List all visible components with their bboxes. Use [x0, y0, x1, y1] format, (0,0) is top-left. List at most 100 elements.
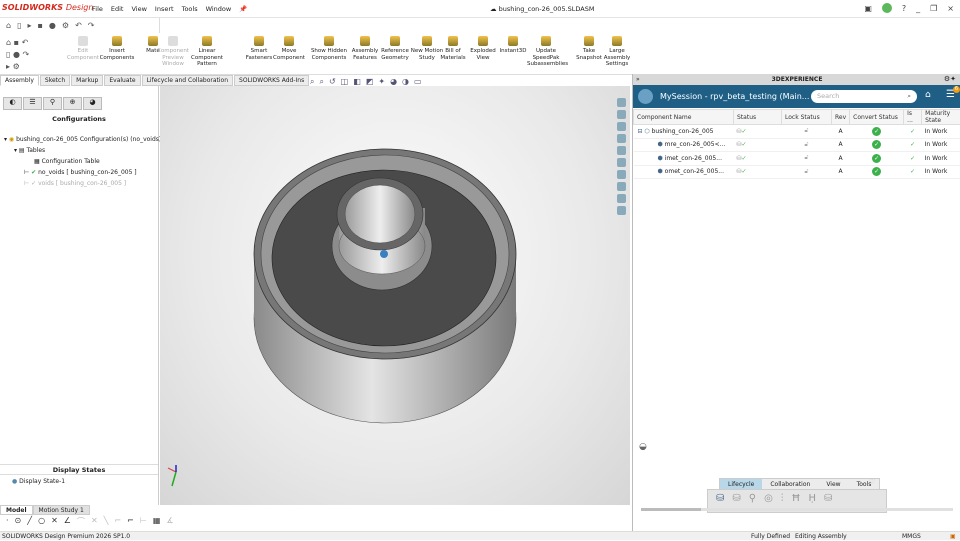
history-icon[interactable]: ⛁ [824, 493, 832, 509]
view-palette-tab-icon[interactable] [617, 170, 626, 179]
rebuild-icon[interactable]: ● [49, 21, 56, 30]
tab-model[interactable]: Model [0, 505, 33, 515]
save-icon[interactable]: ▪ [14, 38, 19, 47]
branch-icon[interactable]: Ḥ [809, 493, 817, 509]
feedback-icon[interactable]: ◒ [639, 442, 647, 452]
restore-button[interactable]: ❐ [930, 4, 937, 13]
explore-icon[interactable]: ⚲ [749, 493, 756, 509]
menu-view[interactable]: View [131, 5, 146, 13]
compass-icon[interactable] [638, 89, 653, 104]
gear-icon[interactable]: ⚙ [13, 62, 20, 71]
terminal-icon[interactable]: ▣ [864, 4, 872, 13]
tab-motion-study[interactable]: Motion Study 1 [33, 505, 90, 515]
display-state-item[interactable]: ● Display State-1 [12, 478, 65, 485]
collapse-icon[interactable]: » [636, 76, 640, 83]
tab-lifecycle[interactable]: Lifecycle and Collaboration [142, 75, 233, 86]
menu-file[interactable]: File [92, 5, 103, 13]
appearances-tab-icon[interactable] [617, 146, 626, 155]
open-icon[interactable]: ▸ [27, 21, 31, 30]
appearance-tab-icon[interactable]: ◕ [83, 97, 102, 110]
table-row[interactable]: ⬢ imet_con-26_005... ⛁✓ 🔓︎ A ✓ ✓ In Work [634, 152, 960, 166]
command-edit-component[interactable]: Edit Component [64, 36, 102, 61]
tab-addins[interactable]: SOLIDWORKS Add-Ins [234, 75, 309, 86]
undo-icon[interactable]: ↶ [75, 21, 82, 30]
unlocked-icon[interactable]: 🔓︎ [805, 154, 809, 161]
table-row[interactable]: ⬢ omet_con-26_005... ⛁✓ 🔓︎ A ✓ ✓ In Work [634, 165, 960, 179]
column-header[interactable]: Status [734, 110, 782, 125]
resources-tab-icon[interactable] [617, 110, 626, 119]
appearance-icon[interactable]: ◕ [390, 77, 397, 87]
previous-view-icon[interactable]: ↺ [329, 77, 336, 87]
forum-tab-icon[interactable] [617, 182, 626, 191]
tree-item-config-table[interactable]: ▦ Configuration Table [4, 156, 161, 167]
learn-tab-icon[interactable] [617, 206, 626, 215]
menu-tools[interactable]: Tools [182, 5, 198, 13]
search-input[interactable]: Search⌕ [811, 90, 917, 103]
circle-icon[interactable]: ⊙ [15, 516, 22, 527]
table-row[interactable]: ⊟ ⬡ bushing_con-26_005 ⛁✓ 🔓︎ A ✓ ✓ In Wo… [634, 125, 960, 139]
view-orientation-icon[interactable]: ◧ [353, 77, 361, 87]
redo-icon[interactable]: ↷ [88, 21, 95, 30]
new-icon[interactable]: ▯ [17, 21, 21, 30]
save-to-platform-icon[interactable]: ⛁ [716, 493, 724, 509]
insert-icon[interactable]: ⫶ [781, 493, 784, 509]
command-large-assembly-settings[interactable]: Large Assembly Settings [598, 36, 636, 68]
grid-icon[interactable]: ▦ [153, 516, 161, 527]
menu-insert[interactable]: Insert [155, 5, 174, 13]
display-style-icon[interactable]: ◩ [366, 77, 374, 87]
column-header[interactable]: Is ... [904, 110, 922, 125]
favorite-icon[interactable]: ♡ [869, 478, 875, 486]
column-header[interactable]: Convert Status [850, 110, 904, 125]
section-view-icon[interactable]: ◫ [341, 77, 349, 87]
save-icon[interactable]: ▪ [38, 21, 43, 30]
unlocked-icon[interactable]: 🔓︎ [805, 168, 809, 175]
line-icon[interactable]: ╱ [27, 516, 32, 527]
search-icon[interactable]: ⌕ [907, 92, 911, 101]
new-revision-icon[interactable]: Ħ [791, 493, 800, 509]
command-linear-component-pattern[interactable]: Linear Component Pattern [188, 36, 226, 68]
tab-evaluate[interactable]: Evaluate [104, 75, 140, 86]
scene-icon[interactable]: ◑ [402, 77, 409, 87]
tab-sketch[interactable]: Sketch [40, 75, 70, 86]
tree-item-no-voids[interactable]: ⊢ ✔ no_voids [ bushing_con-26_005 ] [4, 167, 161, 178]
dimxpert-tab-icon[interactable]: ⊕ [63, 97, 82, 110]
command-insert-components[interactable]: Insert Components [98, 36, 136, 61]
menu-window[interactable]: Window [206, 5, 232, 13]
command-component-preview-window[interactable]: Component Preview Window [154, 36, 192, 68]
property-manager-tab-icon[interactable]: ☰ [23, 97, 42, 110]
close-button[interactable]: × [947, 4, 954, 13]
gear-icon[interactable]: ⚙ [62, 21, 69, 30]
solidworks-logo[interactable]: SOLIDWORKS Design [2, 3, 93, 12]
undo-icon[interactable]: ↶ [22, 38, 29, 47]
minimize-button[interactable]: _ [916, 4, 920, 13]
tag-icon[interactable]: ⌂ [925, 90, 931, 100]
settings-pin-icon[interactable]: ⚙✦ [944, 75, 956, 83]
trim-icon[interactable]: ✕ [51, 516, 58, 527]
unlocked-icon[interactable]: 🔓︎ [805, 141, 809, 148]
horizontal-scrollbar[interactable] [641, 508, 953, 511]
help-icon[interactable]: ? [902, 4, 906, 13]
toolbox-tab-icon[interactable] [617, 194, 626, 203]
dimension-icon[interactable]: ⊢ [140, 516, 147, 527]
configuration-manager-tab-icon[interactable]: ⚲ [43, 97, 62, 110]
fillet-icon[interactable]: ⌒ [77, 516, 85, 527]
extend-icon[interactable]: ∠ [64, 516, 71, 527]
custom-properties-tab-icon[interactable] [617, 158, 626, 167]
tab-assembly[interactable]: Assembly [0, 75, 39, 86]
column-header[interactable]: Maturity State [922, 110, 960, 125]
tree-item-root[interactable]: ▾ ◉ bushing_con-26_005 Configuration(s) … [4, 134, 161, 145]
unlocked-icon[interactable]: 🔓︎ [805, 127, 809, 134]
session-selector[interactable]: MySession - rpv_beta_testing (Main... ⌄ [660, 92, 819, 101]
rebuild-icon[interactable]: ● [13, 50, 20, 59]
column-header[interactable]: Lock Status [782, 110, 832, 125]
graphics-viewport[interactable] [160, 86, 630, 505]
polygon-icon[interactable]: ○ [38, 516, 45, 527]
open-icon[interactable]: ▸ [6, 62, 10, 71]
menu-edit[interactable]: Edit [111, 5, 124, 13]
expand-icon[interactable]: ⊟ ⬡ [638, 128, 650, 135]
maturity-icon[interactable]: ◎ [764, 493, 773, 509]
3dexperience-tab-icon[interactable] [617, 98, 626, 107]
revision-icon[interactable]: ⛁ [732, 493, 740, 509]
construction-icon[interactable]: ╲ [104, 516, 109, 527]
home-icon[interactable]: ⌂ [6, 38, 11, 47]
